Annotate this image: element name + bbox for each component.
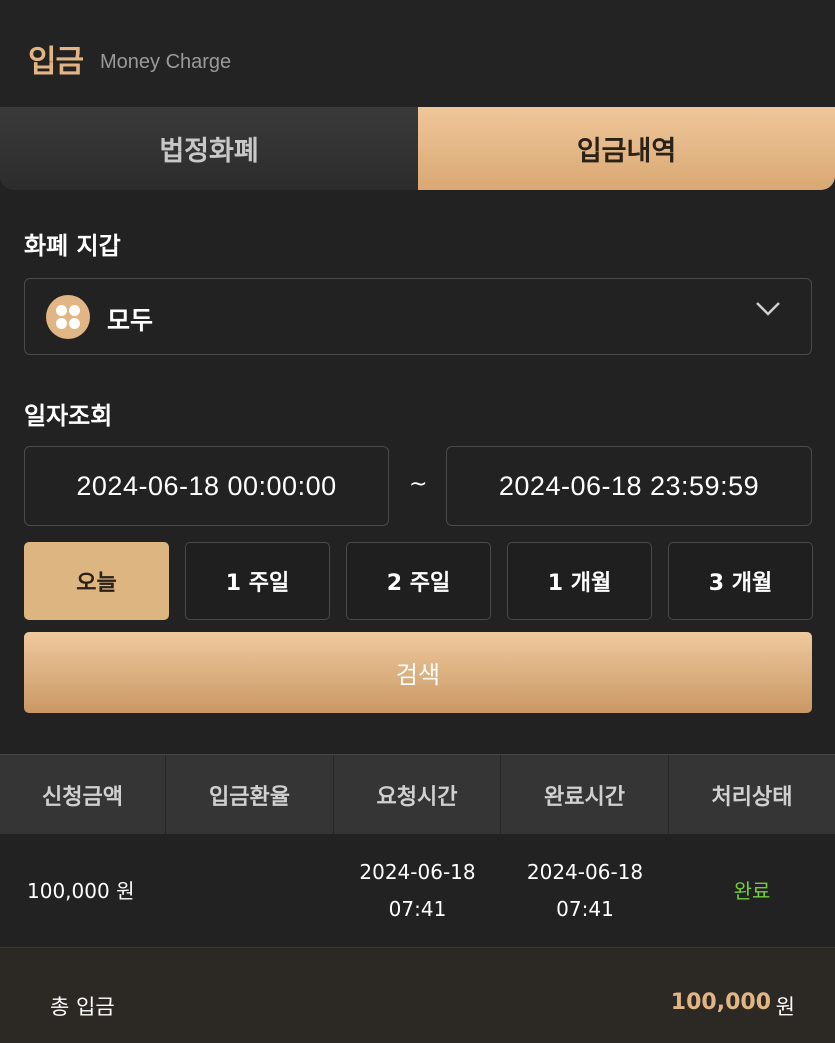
page-header: 입금 Money Charge: [0, 0, 835, 107]
wallet-select[interactable]: 모두: [24, 278, 812, 355]
range-today-button[interactable]: 오늘: [24, 542, 169, 620]
wallet-selected-value: 모두: [107, 306, 154, 335]
deposit-summary: 총 입금 100,000 원: [0, 948, 835, 1043]
end-date-input[interactable]: 2024-06-18 23:59:59: [446, 446, 812, 526]
page-subtitle: Money Charge: [100, 51, 232, 73]
tab-fiat-currency[interactable]: 법정화폐: [0, 107, 418, 190]
column-header-request-time: 요청시간: [334, 755, 501, 835]
date-separator: ~: [409, 472, 428, 497]
cell-status: 완료: [669, 834, 835, 948]
range-1-month-button[interactable]: 1 개월: [507, 542, 652, 620]
date-query-label: 일자조회: [24, 402, 113, 430]
cell-complete-time: 2024-06-18 07:41: [501, 834, 669, 948]
cell-complete-clock: 07:41: [556, 897, 614, 921]
total-deposit-unit: 원: [775, 995, 795, 1019]
column-header-amount: 신청금액: [0, 755, 166, 835]
table-header: 신청금액 입금환율 요청시간 완료시간 처리상태: [0, 754, 835, 835]
total-deposit-amount: 100,000: [670, 990, 771, 1015]
start-date-input[interactable]: 2024-06-18 00:00:00: [24, 446, 389, 526]
cell-request-time: 2024-06-18 07:41: [334, 834, 501, 948]
coin-grid-icon: [46, 295, 90, 339]
page-title: 입금: [28, 44, 84, 80]
cell-amount-text: 100,000 원: [27, 878, 135, 903]
cell-request-date: 2024-06-18: [359, 860, 476, 884]
tab-bar: 법정화폐 입금내역: [0, 107, 835, 190]
chevron-down-icon: [756, 302, 780, 316]
cell-amount: 100,000 원: [0, 834, 166, 948]
table-row: 100,000 원 2024-06-18 07:41 2024-06-18 07…: [0, 834, 835, 948]
cell-complete-date: 2024-06-18: [526, 860, 644, 884]
column-header-status: 처리상태: [711, 785, 793, 810]
cell-rate: [166, 834, 334, 948]
total-deposit-label: 총 입금: [50, 995, 115, 1019]
range-2-weeks-button[interactable]: 2 주일: [346, 542, 491, 620]
tab-deposit-history[interactable]: 입금내역: [418, 107, 835, 190]
column-header-complete-time: 완료시간: [501, 755, 669, 835]
range-3-months-button[interactable]: 3 개월: [668, 542, 813, 620]
range-1-week-button[interactable]: 1 주일: [185, 542, 330, 620]
wallet-label: 화폐 지갑: [24, 232, 121, 260]
status-badge: 완료: [733, 878, 771, 903]
column-header-rate: 입금환율: [166, 755, 334, 835]
cell-request-clock: 07:41: [388, 897, 447, 921]
search-button[interactable]: 검색: [24, 632, 812, 713]
